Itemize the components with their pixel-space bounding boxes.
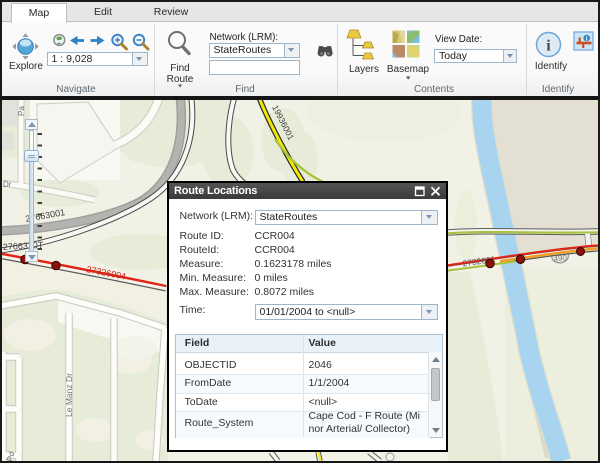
svg-text:Pa: Pa: [17, 106, 26, 116]
svg-text:i: i: [546, 38, 551, 55]
svg-text:i: i: [586, 36, 588, 43]
svg-text:Le Manz Dr: Le Manz Dr: [64, 373, 74, 417]
svg-text:Dr: Dr: [3, 180, 12, 189]
